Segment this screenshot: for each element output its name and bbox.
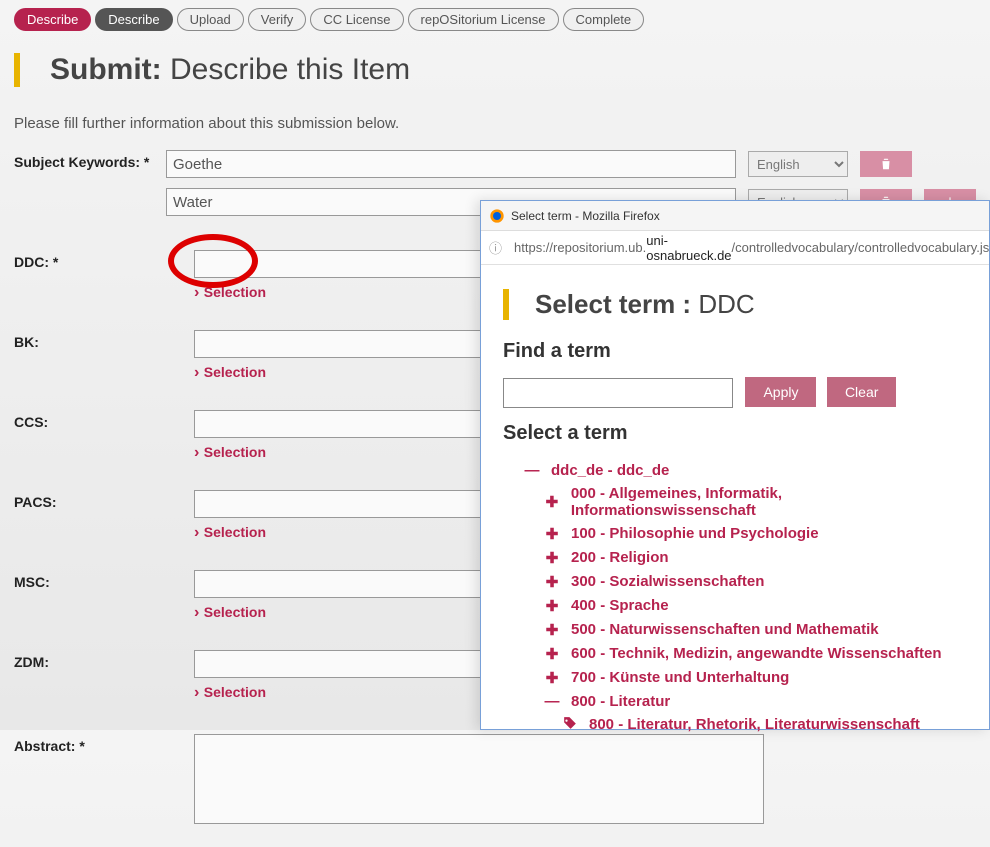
breadcrumb-item[interactable]: CC License (310, 8, 403, 31)
tree-item[interactable]: ✚ 400 - Sprache (543, 594, 967, 618)
tree-item-label: 100 - Philosophie und Psychologie (571, 525, 819, 542)
breadcrumb-item[interactable]: Complete (563, 8, 645, 31)
plus-icon: ✚ (543, 597, 561, 615)
select-term-heading: Select a term (503, 422, 967, 445)
tree-item-label: 400 - Sprache (571, 597, 669, 614)
label-pacs: PACS: (14, 490, 194, 510)
tree-item-label: 800 - Literatur, Rhetorik, Literaturwiss… (589, 716, 920, 733)
breadcrumb-item[interactable]: repOSitorium License (408, 8, 559, 31)
label-zdm: ZDM: (14, 650, 194, 670)
tree-item-label: ddc_de - ddc_de (551, 462, 669, 479)
select-term-popup: Select term - Mozilla Firefox ⓘ https://… (480, 200, 990, 730)
plus-icon: ✚ (543, 525, 561, 543)
tree-item[interactable]: 800 - Literatur, Rhetorik, Literaturwiss… (561, 713, 967, 737)
plus-icon: ✚ (543, 573, 561, 591)
popup-window-title: Select term - Mozilla Firefox (511, 209, 660, 223)
label-bk: BK: (14, 330, 194, 350)
breadcrumb-item[interactable]: Verify (248, 8, 307, 31)
find-term-heading: Find a term (503, 340, 967, 363)
tree-item-label: 700 - Künste und Unterhaltung (571, 669, 789, 686)
plus-icon: ✚ (543, 621, 561, 639)
plus-icon: ✚ (543, 645, 561, 663)
clear-button[interactable]: Clear (827, 377, 896, 407)
plus-icon: ✚ (543, 669, 561, 687)
tree-item[interactable]: ✚ 500 - Naturwissenschaften und Mathemati… (543, 618, 967, 642)
page-title: Submit: Describe this Item (14, 53, 976, 87)
tag-icon (561, 716, 579, 734)
tree-item[interactable]: — 800 - Literatur (543, 690, 967, 713)
tree-item[interactable]: ✚ 300 - Sozialwissenschaften (543, 570, 967, 594)
term-tree: — ddc_de - ddc_de ✚ 000 - Allgemeines, Info… (503, 459, 967, 737)
msc-selection-link[interactable]: Selection (194, 604, 266, 622)
popup-url-prefix: https://repositorium.ub. (514, 240, 646, 255)
label-keywords: Subject Keywords: * (14, 150, 166, 170)
breadcrumb-item[interactable]: Upload (177, 8, 244, 31)
tree-item[interactable]: — ddc_de - ddc_de (523, 459, 967, 482)
bk-selection-link[interactable]: Selection (194, 364, 266, 382)
ddc-selection-link[interactable]: Selection (194, 284, 266, 302)
plus-icon: ✚ (543, 549, 561, 567)
pacs-selection-link[interactable]: Selection (194, 524, 266, 542)
trash-icon (879, 157, 893, 171)
delete-keyword-button-0[interactable] (860, 151, 912, 177)
minus-icon: — (543, 693, 561, 710)
tree-item[interactable]: ✚ 100 - Philosophie und Psychologie (543, 522, 967, 546)
apply-button[interactable]: Apply (745, 377, 816, 407)
zdm-selection-link[interactable]: Selection (194, 684, 266, 702)
tree-item-label: 800 - Literatur (571, 693, 670, 710)
popup-url-path: /controlledvocabulary/controlledvocabula… (732, 240, 990, 255)
find-term-input[interactable] (503, 378, 733, 408)
popup-heading: Select term : DDC (503, 289, 967, 320)
tree-item-label: 500 - Naturwissenschaften und Mathematik (571, 621, 879, 638)
popup-url-host: uni-osnabrueck.de (646, 233, 731, 263)
language-select-0[interactable]: English (748, 151, 848, 177)
firefox-icon (489, 208, 505, 224)
tree-item[interactable]: ✚ 600 - Technik, Medizin, angewandte Wiss… (543, 642, 967, 666)
tree-item-label: 000 - Allgemeines, Informatik, Informati… (571, 485, 967, 519)
tree-item[interactable]: ✚ 000 - Allgemeines, Informatik, Informat… (543, 482, 967, 522)
breadcrumb-item[interactable]: Describe (95, 8, 172, 31)
breadcrumb-item[interactable]: Describe (14, 8, 91, 31)
tree-item-label: 200 - Religion (571, 549, 669, 566)
tree-item-label: 300 - Sozialwissenschaften (571, 573, 764, 590)
label-msc: MSC: (14, 570, 194, 590)
tree-item[interactable]: ✚ 700 - Künste und Unterhaltung (543, 666, 967, 690)
ccs-selection-link[interactable]: Selection (194, 444, 266, 462)
label-ddc: DDC: * (14, 250, 194, 270)
breadcrumb: DescribeDescribeUploadVerifyCC Licensere… (14, 8, 976, 31)
popup-urlbar[interactable]: ⓘ https://repositorium.ub.uni-osnabrueck… (481, 231, 989, 265)
keyword-input-0[interactable] (166, 150, 736, 178)
minus-icon: — (523, 462, 541, 479)
popup-titlebar[interactable]: Select term - Mozilla Firefox (481, 201, 989, 231)
label-abstract: Abstract: * (14, 734, 194, 754)
tree-item-label: 600 - Technik, Medizin, angewandte Wisse… (571, 645, 942, 662)
label-ccs: CCS: (14, 410, 194, 430)
tree-item[interactable]: ✚ 200 - Religion (543, 546, 967, 570)
plus-icon: ✚ (543, 493, 561, 511)
instruction-text: Please fill further information about th… (14, 115, 976, 132)
